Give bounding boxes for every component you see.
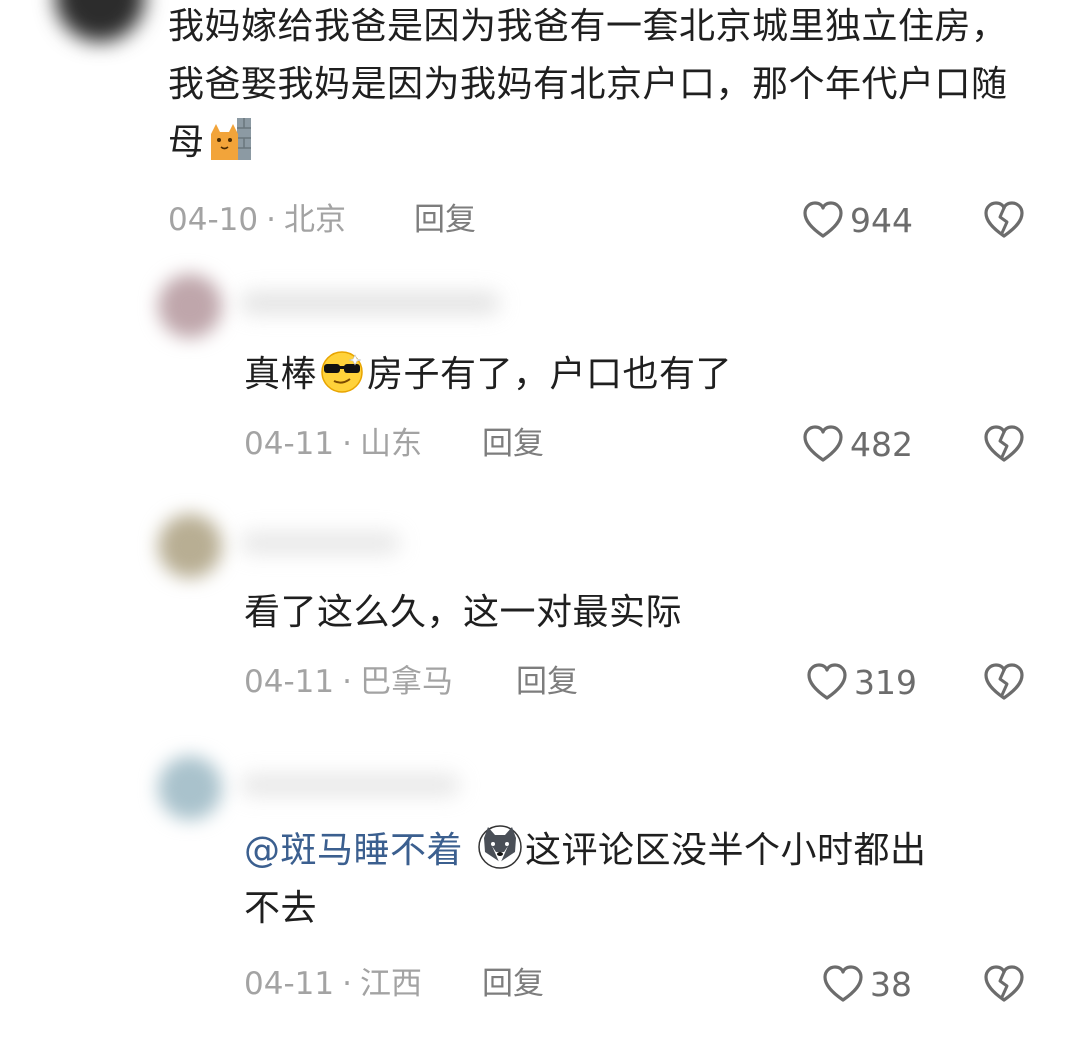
comment-body: 我妈嫁给我爸是因为我爸有一套北京城里独立住房，我爸娶我妈是因为我妈有北京户口，那… [168, 6, 1008, 163]
username-blurred [240, 532, 400, 554]
reply-button[interactable]: 回复 [414, 198, 476, 242]
comment-body: 真棒 [244, 354, 318, 395]
comment-date: 04-11 [244, 664, 335, 700]
like-button[interactable]: 38 [822, 962, 912, 1006]
meta-separator: · [342, 664, 352, 700]
heart-icon [807, 663, 847, 700]
comment-body-cont: 房子有了，户口也有了 [367, 354, 733, 395]
comment-meta: 04-11 · 山东 [244, 422, 422, 466]
comment-body: 看了这么久，这一对最实际 [244, 592, 683, 633]
like-count: 319 [854, 662, 917, 702]
comment-body-cont: 不去 [244, 888, 318, 929]
avatar[interactable] [158, 756, 222, 820]
comment-date: 04-10 [168, 202, 259, 238]
comment-meta: 04-10 · 北京 [168, 198, 346, 242]
reply-button[interactable]: 回复 [482, 422, 544, 466]
comment-location: 北京 [283, 202, 346, 238]
meta-separator: · [266, 202, 276, 238]
like-count: 482 [850, 424, 913, 464]
meta-separator: · [342, 966, 352, 1002]
mention-link[interactable]: @斑马睡不着 [244, 830, 463, 871]
like-count: 38 [870, 964, 912, 1004]
sunglasses-face-emoji [319, 348, 365, 394]
like-count: 944 [850, 200, 913, 240]
comment-text: @斑马睡不着 这评论区没半个小时都出 不去 [244, 822, 1024, 938]
like-button[interactable]: 482 [802, 422, 913, 466]
cat-wall-emoji [207, 116, 253, 162]
like-button[interactable]: 319 [806, 660, 917, 704]
reply-button[interactable]: 回复 [516, 660, 578, 704]
comment-text: 我妈嫁给我爸是因为我爸有一套北京城里独立住房，我爸娶我妈是因为我妈有北京户口，那… [168, 0, 1038, 172]
comment-location: 山东 [359, 426, 422, 462]
like-button[interactable]: 944 [802, 198, 913, 242]
comment-meta: 04-11 · 巴拿马 [244, 660, 453, 704]
meta-separator: · [342, 426, 352, 462]
comment-location: 巴拿马 [359, 664, 453, 700]
comment-text: 看了这么久，这一对最实际 [244, 584, 1024, 642]
comment-meta: 04-11 · 江西 [244, 962, 422, 1006]
comment-date: 04-11 [244, 426, 335, 462]
wolf-face-emoji [477, 824, 523, 870]
comment-date: 04-11 [244, 966, 335, 1002]
heart-icon [823, 965, 863, 1002]
comment-text: 真棒 房子有了，户口也有了 [244, 346, 1024, 404]
heart-icon [803, 201, 843, 238]
broken-heart-icon[interactable] [983, 964, 1025, 1004]
comment-body: 这评论区没半个小时都出 [524, 830, 927, 871]
broken-heart-icon[interactable] [983, 424, 1025, 464]
broken-heart-icon[interactable] [983, 662, 1025, 702]
avatar[interactable] [158, 514, 222, 578]
avatar[interactable] [158, 274, 222, 338]
reply-button[interactable]: 回复 [482, 962, 544, 1006]
username-blurred [240, 774, 460, 796]
avatar[interactable] [55, 0, 145, 42]
username-blurred [240, 292, 500, 314]
heart-icon [803, 425, 843, 462]
broken-heart-icon[interactable] [983, 200, 1025, 240]
comment-location: 江西 [359, 966, 422, 1002]
